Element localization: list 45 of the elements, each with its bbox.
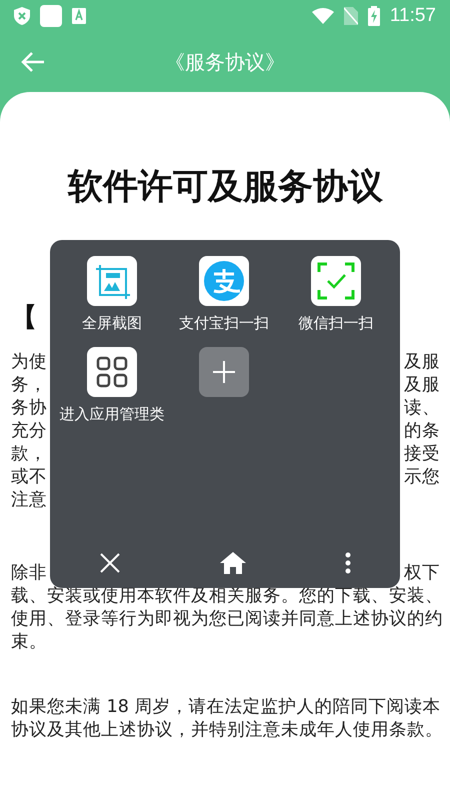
shortcut-label: 支付宝扫一扫 (179, 314, 269, 333)
text-line: 注意 (11, 489, 47, 512)
home-icon (220, 552, 246, 574)
scan-check-icon (317, 262, 355, 300)
close-icon (99, 552, 122, 574)
text-line: 如果您未满 18 周岁，请在法定监护人的陪同下阅读本 (11, 696, 440, 719)
text-line: 务， (11, 374, 47, 397)
plus-icon (212, 360, 236, 384)
text-line: 款， (11, 443, 47, 466)
text-line: 接受 (404, 443, 440, 466)
status-time: 11:57 (390, 5, 436, 27)
wifi-icon (312, 8, 334, 24)
text-line: 务协 (11, 397, 47, 420)
shortcut-label: 微信扫一扫 (298, 314, 374, 333)
text-line: 除非 (11, 562, 47, 585)
text-line: 及服 (404, 351, 440, 374)
grid-icon (96, 356, 128, 388)
add-button[interactable] (199, 347, 249, 397)
section-heading: 【 (11, 303, 37, 333)
document-title: 软件许可及服务协议 (66, 166, 384, 209)
shortcut-button[interactable] (87, 256, 137, 306)
text-line: 及服 (404, 374, 440, 397)
shortcut-button[interactable] (199, 256, 249, 306)
text-line: 为使 (11, 351, 47, 374)
more-icon (344, 552, 351, 574)
text-line: 示您 (404, 466, 440, 489)
notification-icon (40, 5, 62, 27)
text-line: 的条 (404, 420, 440, 443)
no-sim-icon (344, 7, 358, 25)
text-line: 读、 (404, 397, 440, 420)
shortcut-button[interactable] (87, 347, 137, 397)
text-line: 权下 (404, 562, 440, 585)
text-line: 束。 (11, 631, 47, 654)
keyboard-icon (72, 8, 86, 24)
shortcut-button[interactable] (311, 256, 361, 306)
shield-icon (14, 7, 30, 25)
text-line: 充分 (11, 420, 47, 443)
page-title: 《服务协议》 (165, 48, 285, 76)
shortcut-label: 进入应用管理类 (60, 405, 164, 424)
shortcut-label: 全屏截图 (82, 314, 142, 333)
text-line: 或不 (11, 466, 47, 489)
text-line: 协议及其他上述协议，并特别注意未成年人使用条款。 (11, 719, 443, 742)
payment-app-icon (202, 259, 246, 303)
text-line: 使用、登录等行为即视为您已阅读并同意上述协议的约 (11, 608, 443, 631)
battery-charging-icon (368, 6, 380, 26)
